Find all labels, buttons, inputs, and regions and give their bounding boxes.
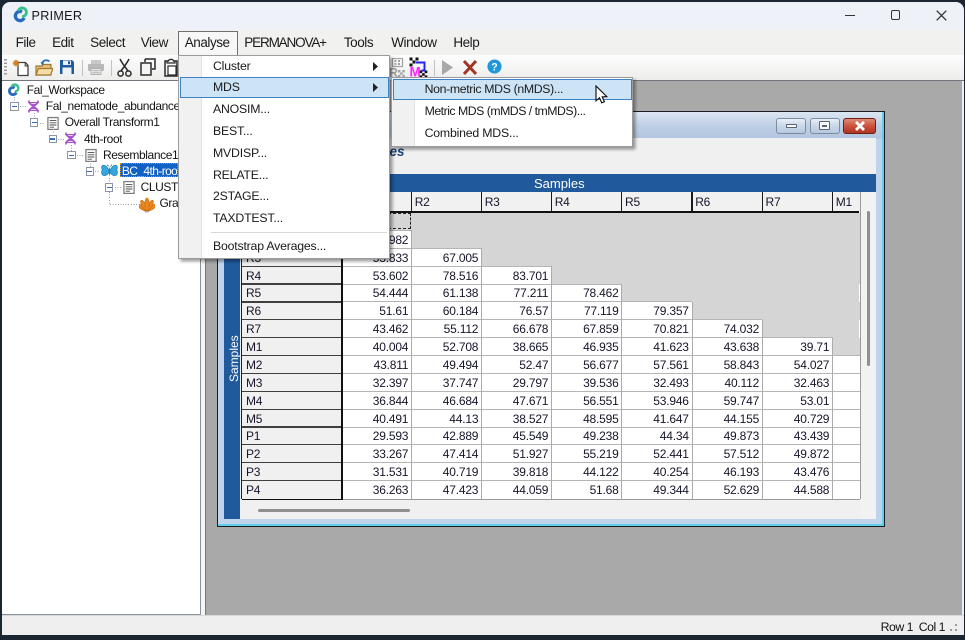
svg-text:?: ? [491, 61, 497, 73]
svg-text:M: M [410, 65, 421, 79]
